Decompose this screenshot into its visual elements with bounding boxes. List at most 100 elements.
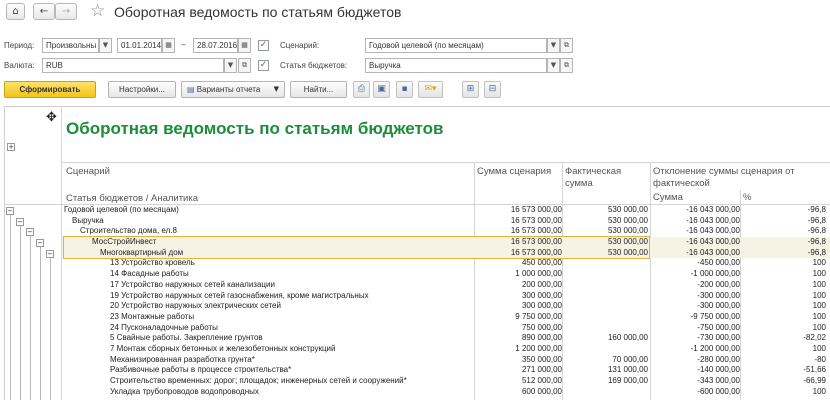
row-plan-sum-cell[interactable]: 16 573 000,00	[474, 226, 562, 237]
table-row[interactable]: 19 Устройство наружных сетей газоснабжен…	[62, 291, 830, 302]
expand-groups-icon[interactable]: ⊞	[462, 81, 479, 98]
row-plan-sum-cell[interactable]: 9 750 000,00	[474, 312, 562, 323]
row-name-cell[interactable]: Укладка трубопроводов водопроводных	[64, 387, 474, 398]
row-deviation-sum-cell[interactable]: -300 000,00	[652, 291, 740, 302]
group-collapse-icon[interactable]: −	[26, 228, 34, 236]
row-name-cell[interactable]: 13 Устройство кровель	[64, 258, 474, 269]
row-name-cell[interactable]: Многоквартирный дом	[64, 248, 474, 259]
currency-open-icon[interactable]: ⧉	[238, 58, 251, 73]
row-name-cell[interactable]: 17 Устройство наружных сетей канализации	[64, 280, 474, 291]
budget-item-checkbox[interactable]: ✓	[258, 60, 269, 71]
row-fact-sum-cell[interactable]: 530 000,00	[562, 237, 648, 248]
row-plan-sum-cell[interactable]: 1 000 000,00	[474, 269, 562, 280]
row-deviation-sum-cell[interactable]: -600 000,00	[652, 387, 740, 398]
row-deviation-pct-cell[interactable]: -80	[742, 355, 826, 366]
row-plan-sum-cell[interactable]: 300 000,00	[474, 301, 562, 312]
row-name-cell[interactable]: 19 Устройство наружных сетей газоснабжен…	[64, 291, 474, 302]
row-deviation-pct-cell[interactable]: -96,8	[742, 226, 826, 237]
table-row[interactable]: Строительство дома, ел.8 16 573 000,00 530…	[62, 226, 830, 237]
table-row[interactable]: МосСтройИнвест 16 573 000,00 530 000,00 -16…	[62, 237, 830, 248]
settings-button[interactable]: Настройки...	[108, 81, 176, 98]
row-fact-sum-cell[interactable]: 530 000,00	[562, 248, 648, 259]
row-deviation-sum-cell[interactable]: -1 200 000,00	[652, 344, 740, 355]
scenario-checkbox[interactable]: ✓	[258, 40, 269, 51]
row-name-cell[interactable]: Годовой целевой (по месяцам)	[64, 205, 474, 216]
row-deviation-sum-cell[interactable]: -140 000,00	[652, 365, 740, 376]
find-button[interactable]: Найти...	[290, 81, 347, 98]
row-plan-sum-cell[interactable]: 200 000,00	[474, 280, 562, 291]
row-deviation-pct-cell[interactable]: -96,8	[742, 205, 826, 216]
row-name-cell[interactable]: Строительство временных: дорог; площадок…	[64, 376, 474, 387]
row-deviation-pct-cell[interactable]: -66,99	[742, 376, 826, 387]
scenario-open-icon[interactable]: ⧉	[560, 38, 573, 53]
date-to-input[interactable]: 28.07.2016	[193, 38, 238, 53]
row-deviation-pct-cell[interactable]: 100	[742, 301, 826, 312]
row-deviation-sum-cell[interactable]: -750 000,00	[652, 323, 740, 334]
table-row[interactable]: 14 Фасадные работы 1 000 000,00 -1 000 000…	[62, 269, 830, 280]
row-plan-sum-cell[interactable]: 600 000,00	[474, 387, 562, 398]
home-icon[interactable]: ⌂	[6, 3, 25, 20]
group-collapse-icon[interactable]: −	[6, 207, 14, 215]
row-fact-sum-cell[interactable]: 160 000,00	[562, 333, 648, 344]
scenario-input[interactable]: Годовой целевой (по месяцам)	[365, 38, 547, 53]
row-fact-sum-cell[interactable]: 70 000,00	[562, 355, 648, 366]
generate-button[interactable]: Сформировать	[4, 81, 96, 98]
group-collapse-icon[interactable]: −	[36, 239, 44, 247]
save-icon[interactable]: ▪	[396, 81, 413, 98]
row-deviation-pct-cell[interactable]: -51,66	[742, 365, 826, 376]
group-collapse-icon[interactable]: −	[16, 218, 24, 226]
row-plan-sum-cell[interactable]: 890 000,00	[474, 333, 562, 344]
row-deviation-sum-cell[interactable]: -730 000,00	[652, 333, 740, 344]
row-deviation-sum-cell[interactable]: -16 043 000,00	[652, 216, 740, 227]
row-deviation-pct-cell[interactable]: -96,8	[742, 216, 826, 227]
preview-icon[interactable]: ▣	[373, 81, 390, 98]
date-from-calendar-icon[interactable]: ▦	[162, 38, 175, 53]
row-plan-sum-cell[interactable]: 271 000,00	[474, 365, 562, 376]
period-type-dropdown-icon[interactable]: ▼	[99, 38, 112, 53]
row-fact-sum-cell[interactable]: 530 000,00	[562, 205, 648, 216]
row-deviation-pct-cell[interactable]: -96,8	[742, 237, 826, 248]
budget-item-input[interactable]: Выручка	[365, 58, 547, 73]
favorite-star-icon[interactable]: ☆	[90, 1, 105, 21]
back-arrow-icon[interactable]: ←	[33, 3, 55, 20]
row-deviation-sum-cell[interactable]: -343 000,00	[652, 376, 740, 387]
row-deviation-pct-cell[interactable]: 100	[742, 291, 826, 302]
table-row[interactable]: 5 Свайные работы. Закрепление грунтов 890…	[62, 333, 830, 344]
currency-dropdown-icon[interactable]: ▼	[224, 58, 237, 73]
row-deviation-pct-cell[interactable]: -82,02	[742, 333, 826, 344]
row-plan-sum-cell[interactable]: 300 000,00	[474, 291, 562, 302]
row-deviation-sum-cell[interactable]: -16 043 000,00	[652, 226, 740, 237]
row-plan-sum-cell[interactable]: 512 000,00	[474, 376, 562, 387]
row-deviation-pct-cell[interactable]: 100	[742, 344, 826, 355]
table-row[interactable]: Выручка 16 573 000,00 530 000,00 -16 043 00…	[62, 216, 830, 227]
row-plan-sum-cell[interactable]: 16 573 000,00	[474, 237, 562, 248]
row-fact-sum-cell[interactable]: 530 000,00	[562, 216, 648, 227]
row-deviation-sum-cell[interactable]: -16 043 000,00	[652, 248, 740, 259]
row-deviation-sum-cell[interactable]: -280 000,00	[652, 355, 740, 366]
row-deviation-pct-cell[interactable]: 100	[742, 258, 826, 269]
group-collapse-icon[interactable]: −	[46, 250, 54, 258]
row-deviation-pct-cell[interactable]: 100	[742, 312, 826, 323]
row-deviation-sum-cell[interactable]: -16 043 000,00	[652, 237, 740, 248]
mail-icon[interactable]: ✉▾	[418, 81, 443, 98]
table-row[interactable]: Строительство временных: дорог; площадок…	[62, 376, 830, 387]
currency-input[interactable]: RUB	[42, 58, 224, 73]
date-from-input[interactable]: 01.01.2014	[117, 38, 162, 53]
header-expand-icon[interactable]: +	[7, 143, 15, 151]
table-row[interactable]: Многоквартирный дом 16 573 000,00 530 000,…	[62, 247, 830, 259]
scenario-dropdown-icon[interactable]: ▼	[547, 38, 560, 53]
table-row[interactable]: 24 Пусконаладочные работы 750 000,00 -750 …	[62, 323, 830, 334]
row-fact-sum-cell[interactable]: 169 000,00	[562, 376, 648, 387]
row-name-cell[interactable]: 24 Пусконаладочные работы	[64, 323, 474, 334]
row-deviation-sum-cell[interactable]: -16 043 000,00	[652, 205, 740, 216]
row-deviation-sum-cell[interactable]: -300 000,00	[652, 301, 740, 312]
row-deviation-sum-cell[interactable]: -1 000 000,00	[652, 269, 740, 280]
row-name-cell[interactable]: 14 Фасадные работы	[64, 269, 474, 280]
forward-arrow-icon[interactable]: →	[55, 3, 77, 20]
report-variants-button[interactable]: ▤ Варианты отчета ▼	[181, 81, 285, 98]
table-row[interactable]: 13 Устройство кровель 450 000,00 -450 000,…	[62, 258, 830, 269]
row-plan-sum-cell[interactable]: 16 573 000,00	[474, 248, 562, 259]
table-row[interactable]: 23 Монтажные работы 9 750 000,00 -9 750 00…	[62, 312, 830, 323]
table-row[interactable]: Годовой целевой (по месяцам) 16 573 000,0…	[62, 205, 830, 216]
row-name-cell[interactable]: Механизированная разработка грунта*	[64, 355, 474, 366]
